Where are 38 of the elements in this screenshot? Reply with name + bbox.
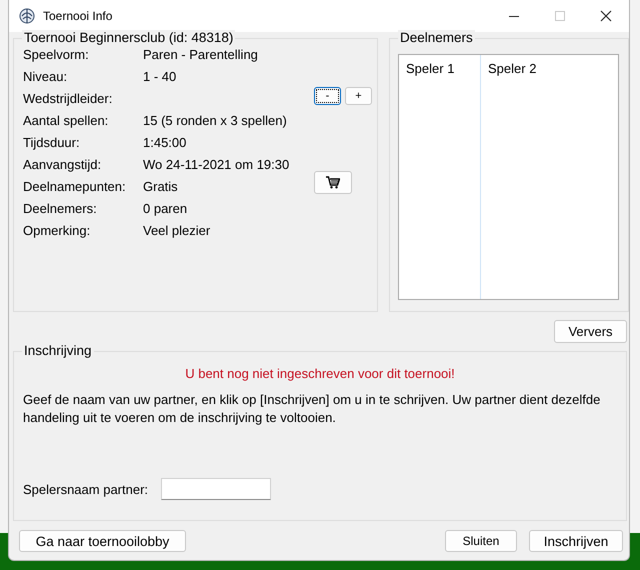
step-button[interactable]: + [345,87,372,105]
close-icon [600,10,612,22]
register-button[interactable]: Inschrijven [529,530,623,552]
cart-button[interactable] [314,171,352,194]
lobby-button[interactable]: Ga naar toernooilobby [19,530,186,552]
field-label: Wedstrijdleider: [23,90,114,108]
column-header: Speler 2 [488,61,536,76]
partner-name-field[interactable] [161,478,272,500]
field-value: 0 paren [143,200,188,218]
group-title: Toernooi Beginnersclub (id: 48318) [22,30,236,46]
field-label: Opmerking: [23,222,92,240]
field-value: Wo 24-11-2021 om 19:30 [143,156,290,174]
group-title: Inschrijving [22,343,94,359]
column-header: Speler 1 [406,61,454,76]
field-label: Deelnamepunten: [23,178,127,196]
field-value: 1 - 40 [143,68,178,86]
window-title: Toernooi Info [43,9,112,23]
warning-text: U bent nog niet ingeschreven voor dit toernooi! [184,365,456,383]
field-label: Tijdsduur: [23,134,81,152]
field-label: Deelnemers: [23,200,98,218]
refresh-button[interactable]: Ververs [554,320,627,343]
field-value: Veel plezier [143,222,212,240]
field-label: Niveau: [23,68,68,86]
participants-list[interactable]: Speler 1 Speler 2 [398,54,619,300]
field-value: Gratis [143,178,179,196]
app-icon [19,8,35,24]
cart-icon [326,176,340,189]
field-label: Speelvorm: [23,46,90,64]
close-dialog-button[interactable]: Sluiten [445,530,517,552]
instructions-text: Geef de naam van uw partner, en klik op [Inschrijven] om u in te schrijven. Uw partner dient dezelfde handeling uit te voeren om de inschrijving te voltooien. [23,391,602,427]
field-value: 1:45:00 [143,134,188,152]
maximize-icon [555,11,565,21]
partner-label: Spelersnaam partner: [23,482,148,496]
field-label: Aanvangstijd: [23,156,102,174]
field-label: Aantal spellen: [23,112,110,130]
field-value: Paren - Parentelling [143,46,259,64]
field-value: 15 (5 ronden x 3 spellen) [143,112,288,130]
step-button[interactable]: - [314,87,341,105]
